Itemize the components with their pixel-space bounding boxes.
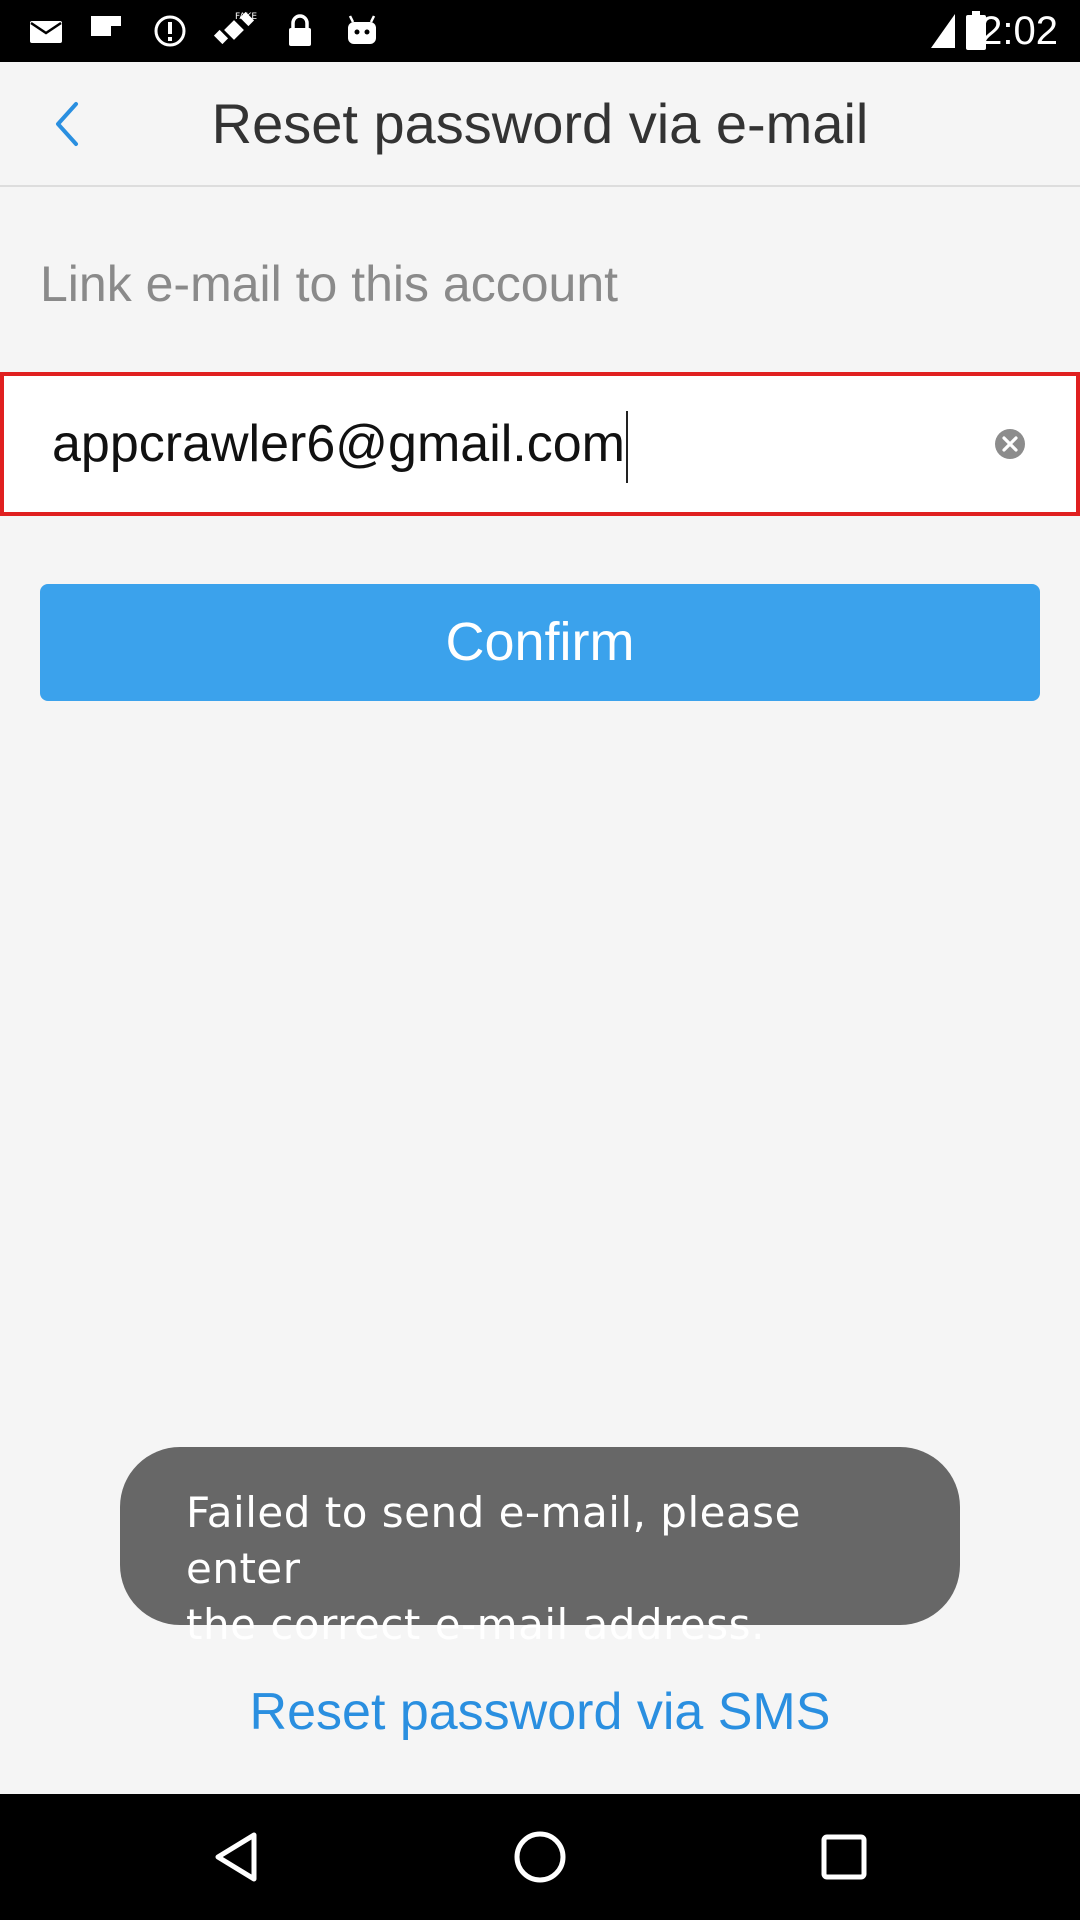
alert-icon bbox=[150, 10, 190, 52]
back-button[interactable] bbox=[28, 84, 108, 164]
system-nav-bar bbox=[0, 1794, 1080, 1920]
back-triangle-icon bbox=[215, 1832, 257, 1882]
email-field[interactable]: appcrawler6@gmail.com bbox=[0, 372, 1080, 516]
home-circle-icon bbox=[514, 1831, 566, 1883]
page-title: Reset password via e-mail bbox=[211, 92, 869, 155]
confirm-button[interactable]: Confirm bbox=[40, 584, 1040, 701]
clear-input-button[interactable] bbox=[992, 426, 1028, 462]
email-value: appcrawler6@gmail.com bbox=[52, 415, 625, 473]
mail-icon bbox=[26, 10, 66, 52]
toast-line-2: the correct e-mail address. bbox=[186, 1600, 765, 1649]
error-toast: Failed to send e-mail, please enter the … bbox=[120, 1447, 960, 1649]
reset-via-sms-link[interactable]: Reset password via SMS bbox=[0, 1680, 1080, 1744]
status-time: 2:02 bbox=[980, 9, 1058, 53]
toast-line-1: Failed to send e-mail, please enter bbox=[186, 1488, 801, 1593]
nav-home-button[interactable] bbox=[510, 1827, 570, 1887]
text-caret bbox=[626, 411, 628, 484]
screen: FAKE 2:02 Reset password via e-mail Link… bbox=[0, 0, 1080, 1920]
android-icon bbox=[342, 10, 382, 52]
email-input[interactable]: appcrawler6@gmail.com bbox=[52, 376, 628, 512]
status-bar: FAKE 2:02 bbox=[0, 0, 1080, 62]
recents-square-icon bbox=[821, 1834, 867, 1880]
flipboard-icon bbox=[86, 10, 126, 52]
svg-text:FAKE: FAKE bbox=[235, 12, 257, 22]
clear-circle-icon bbox=[995, 429, 1025, 459]
signal-icon bbox=[928, 10, 958, 52]
chevron-left-icon bbox=[56, 102, 78, 146]
lock-icon bbox=[282, 10, 318, 52]
section-label: Link e-mail to this account bbox=[40, 256, 619, 312]
fake-gps-icon: FAKE bbox=[210, 10, 260, 52]
app-header: Reset password via e-mail bbox=[0, 62, 1080, 187]
nav-back-button[interactable] bbox=[206, 1827, 266, 1887]
nav-recents-button[interactable] bbox=[814, 1827, 874, 1887]
